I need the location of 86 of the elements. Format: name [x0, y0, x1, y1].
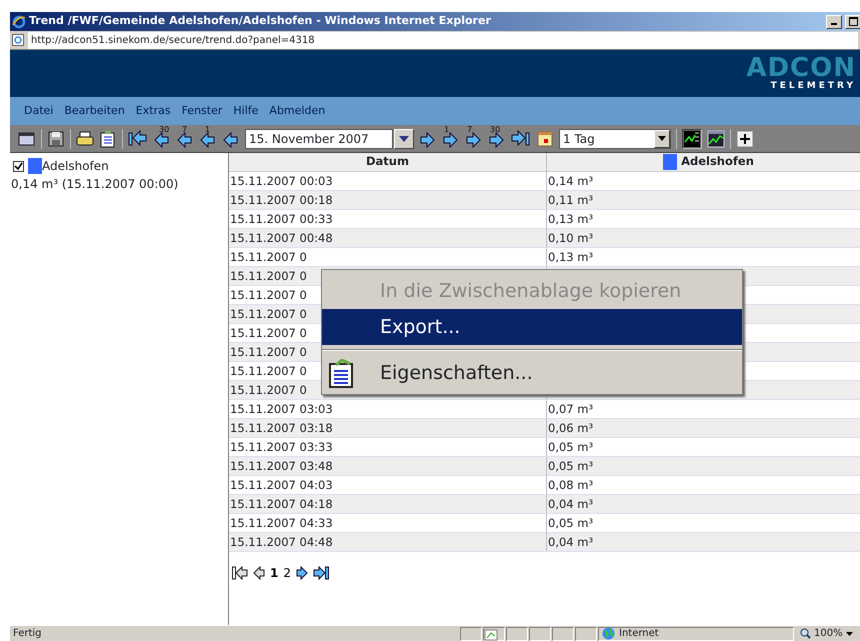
clipboard-icon[interactable] [99, 130, 117, 148]
first-page-icon[interactable] [232, 566, 248, 580]
menu-item[interactable]: Eigenschaften... [322, 355, 742, 391]
maximize-button[interactable] [845, 14, 860, 28]
menu-item[interactable]: Abmelden [269, 102, 326, 120]
table-cell: 0,11 m³ [548, 193, 594, 207]
table-cell: 0,05 m³ [548, 516, 594, 530]
printer-icon[interactable] [76, 130, 94, 148]
table-cell: 0,10 m³ [548, 231, 594, 245]
zoom-icon [800, 628, 811, 639]
table-cell: 15.11.2007 0 [230, 269, 307, 283]
table-cell: 15.11.2007 04:33 [230, 516, 333, 530]
table-cell: 0,05 m³ [548, 440, 594, 454]
status-text: Fertig [12, 627, 43, 641]
table-cell: 15.11.2007 0 [230, 250, 307, 264]
checkbox[interactable] [13, 160, 24, 172]
zoom-level[interactable]: 100% [814, 626, 843, 641]
forward-arrow-icon[interactable] [419, 130, 437, 148]
last-page-icon[interactable] [511, 130, 531, 148]
table-cell: 0,07 m³ [548, 402, 594, 416]
dropdown-arrow-icon[interactable] [846, 632, 853, 636]
table-cell: 15.11.2007 03:18 [230, 421, 333, 435]
table-cell: 15.11.2007 00:18 [230, 193, 333, 207]
table-cell: 15.11.2007 03:48 [230, 459, 333, 473]
menu-item[interactable]: Export... [322, 309, 742, 345]
table-cell: 0,14 m³ [548, 174, 594, 188]
table-cell: 15.11.2007 0 [230, 307, 307, 321]
table-cell: 15.11.2007 0 [230, 288, 307, 302]
security-zone: Internet [619, 627, 659, 641]
table-chart-icon[interactable] [682, 128, 702, 148]
table-cell: 15.11.2007 04:03 [230, 478, 333, 492]
window-icon[interactable] [18, 130, 36, 148]
table-cell: 15.11.2007 0 [230, 364, 307, 378]
back-arrow-icon[interactable] [222, 130, 240, 148]
column-header[interactable]: Datum [366, 153, 409, 171]
logo: ADCON TELEMETRY [746, 56, 856, 93]
column-header[interactable]: Adelshofen [681, 153, 754, 171]
menu-item[interactable]: Fenster [182, 102, 222, 120]
table-cell: 0,05 m³ [548, 459, 594, 473]
table-cell: 15.11.2007 00:48 [230, 231, 333, 245]
period-value: 1 Tag [563, 130, 595, 148]
table-cell: 15.11.2007 0 [230, 326, 307, 340]
globe-icon [602, 627, 615, 640]
table-cell: 0,13 m³ [548, 212, 594, 226]
table-cell: 15.11.2007 0 [230, 383, 307, 397]
status-panel [552, 626, 574, 640]
table-cell: 15.11.2007 04:48 [230, 535, 333, 549]
next-page-icon[interactable] [296, 566, 308, 580]
table-cell: 0,04 m³ [548, 497, 594, 511]
browser-logo-icon [12, 14, 26, 28]
page-link[interactable]: 1 [270, 564, 278, 582]
menu-item[interactable]: Hilfe [233, 102, 258, 120]
menu-item[interactable]: Bearbeiten [64, 102, 125, 120]
table-cell: 15.11.2007 04:18 [230, 497, 333, 511]
table-cell: 15.11.2007 03:03 [230, 402, 333, 416]
minimize-icon [831, 23, 837, 25]
plus-icon[interactable] [736, 130, 754, 148]
series-reading: 0,14 m³ (15.11.2007 00:00) [10, 176, 180, 193]
menu-item[interactable]: Extras [136, 102, 171, 120]
maximize-icon [848, 17, 858, 26]
menu-item[interactable]: Datei [24, 102, 54, 120]
last-page-icon[interactable] [313, 566, 329, 580]
date-field[interactable]: 15. November 2007 [245, 128, 393, 148]
caret-icon [399, 136, 409, 142]
floppy-disk-icon[interactable] [47, 130, 65, 148]
previous-page-icon[interactable] [253, 566, 265, 580]
table-cell: 0,04 m³ [548, 535, 594, 549]
address-field[interactable]: http://adcon51.sinekom.de/secure/trend.do?panel=4318 [28, 32, 858, 48]
table-cell: 15.11.2007 00:03 [230, 174, 333, 188]
series-name: Adelshofen [42, 158, 109, 175]
table-cell: 0,13 m³ [548, 250, 594, 264]
minimize-button[interactable] [826, 14, 842, 28]
window-title: Trend /FWF/Gemeinde Adelshofen/Adelshofen - Windows Internet Explorer [29, 13, 492, 30]
first-page-icon[interactable] [128, 130, 148, 148]
table-cell: 0,08 m³ [548, 478, 594, 492]
table-cell: 15.11.2007 00:33 [230, 212, 333, 226]
table-cell: 0,06 m³ [548, 421, 594, 435]
page-icon [12, 34, 24, 46]
status-panel [529, 626, 551, 640]
table-cell: 15.11.2007 0 [230, 345, 307, 359]
calendar-icon[interactable] [536, 130, 554, 148]
dropdown-button[interactable] [394, 128, 414, 148]
page-link[interactable]: 2 [283, 564, 291, 582]
dropdown-arrow-icon[interactable] [658, 136, 666, 141]
table-cell: 15.11.2007 03:33 [230, 440, 333, 454]
chart-icon[interactable] [707, 130, 725, 148]
